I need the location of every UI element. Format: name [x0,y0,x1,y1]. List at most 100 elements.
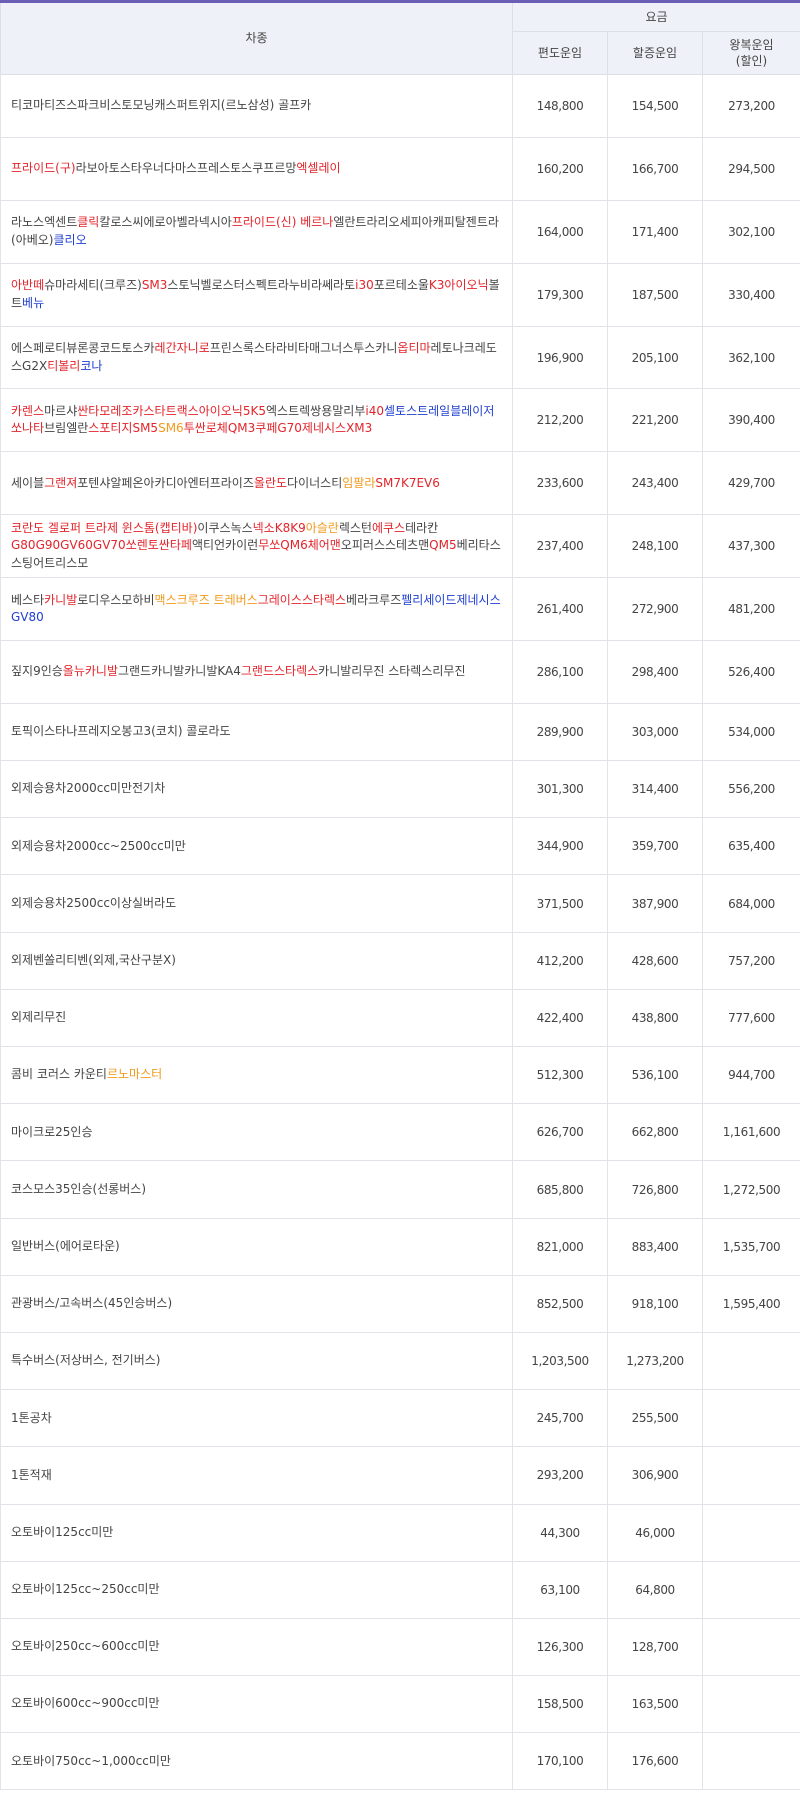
round-trip-fare-cell: 330,400 [701,262,800,327]
table-row: 오토바이600cc~900cc미만 158,500 163,500 [0,1675,800,1734]
surcharge-fare-cell: 248,100 [607,514,703,579]
vehicle-name: 액티언카이런 [191,538,259,553]
header-round-trip-line2: (할인) [735,54,768,68]
vehicle-name-highlight: SM3 [141,278,168,293]
vehicle-name: 오토바이600cc~900cc미만 [11,1696,160,1711]
surcharge-fare-cell: 128,700 [607,1617,703,1677]
vehicle-name: 라보아토스타우너다마스프레스토스쿠프르망 [75,161,297,176]
vehicle-cell: 오토바이750cc~1,000cc미만 [0,1732,513,1791]
one-way-fare-cell: 196,900 [512,325,608,390]
surcharge-fare-cell: 918,100 [607,1274,703,1333]
one-way-fare-cell: 685,800 [512,1160,608,1219]
vehicle-name: 1톤공차 [11,1410,52,1425]
vehicle-name: 세이블 [11,475,45,490]
table-row: 에스페로티뷰론콩코드토스카레간자니로프린스록스타라비타매그너스투스카니옵티마레토… [0,325,800,390]
vehicle-name: 특수버스(저상버스, 전기버스) [11,1353,161,1368]
round-trip-fare-cell: 1,595,400 [701,1274,800,1333]
vehicle-cell: 짚지9인승올뉴카니발그랜드카니발카니발KA4그랜드스타렉스카니발리무진 스타렉스… [0,640,513,704]
vehicle-name: 이쿠스녹스 [197,521,253,536]
surcharge-fare-cell: 243,400 [607,451,703,516]
vehicle-cell: 외제승용차2000cc미만전기차 [0,760,513,819]
vehicle-name-highlight: 클릭 [77,215,100,230]
vehicle-name: 오토바이750cc~1,000cc미만 [11,1753,171,1768]
table-row: 라노스엑센트클릭칼로스씨에로아벨라넥시아프라이드(신) 베르나엘란트라리오세피아… [0,199,800,264]
vehicle-name: 렉스턴 [338,521,372,536]
round-trip-fare-cell: 556,200 [701,760,800,819]
fare-table: 차종 요금 편도운임 할증운임 왕복운임 (할인) 티코마티즈스파크비스토모닝캐… [0,0,800,1791]
vehicle-name-highlight: 아반떼 [11,278,45,293]
one-way-fare-cell: 160,200 [512,136,608,201]
round-trip-fare-cell [701,1446,800,1505]
vehicle-name-highlight: 클리오 [53,232,87,247]
vehicle-cell: 오토바이250cc~600cc미만 [0,1617,513,1677]
vehicle-name: 외제벤쏠리티벤(외제,국산구분X) [11,953,176,968]
vehicle-name: 마르샤 [44,404,78,418]
vehicle-name: 엑스트렉쌍용말리부 [266,404,366,418]
table-row: 콤비 코러스 카운티르노마스터 512,300 536,100 944,700 [0,1046,800,1105]
vehicle-name-highlight: 카니발 [44,592,78,607]
one-way-fare-cell: 233,600 [512,451,608,516]
table-row: 코란도 겔로퍼 트라제 윈스톰(캡티바)이쿠스녹스넥소K8K9아슬란렉스턴에쿠스… [0,514,800,579]
one-way-fare-cell: 1,203,500 [512,1331,608,1391]
round-trip-fare-cell: 1,161,600 [701,1103,800,1162]
vehicle-name: 티코마티즈스파크비스토모닝캐스퍼트위지(르노삼성) 골프카 [11,98,312,113]
surcharge-fare-cell: 187,500 [607,262,703,327]
surcharge-fare-cell: 303,000 [607,702,703,762]
vehicle-name: 베스타 [11,592,45,607]
vehicle-name-highlight: 투싼로체QM3쿠페G70제네시스XM3 [183,421,373,436]
vehicle-name-highlight: QM5 [429,538,457,553]
header-row-top: 차종 요금 [0,1,800,75]
vehicle-name: 에스페로티뷰론콩코드토스카 [11,341,155,356]
vehicle-name-highlight: 맥스크루즈 트레버스 [154,592,258,607]
one-way-fare-cell: 422,400 [512,988,608,1048]
vehicle-name-highlight: SM7K7EV6 [375,475,440,490]
vehicle-cell: 아반떼슈마라세티(크루즈)SM3스토닉벨로스터스펙트라누비라쎄라토i30포르테소… [0,262,513,327]
vehicle-name: 오토바이250cc~600cc미만 [11,1639,160,1654]
one-way-fare-cell: 148,800 [512,74,608,138]
round-trip-fare-cell: 1,272,500 [701,1160,800,1219]
table-row: 특수버스(저상버스, 전기버스) 1,203,500 1,273,200 [0,1331,800,1391]
table-row: 오토바이750cc~1,000cc미만 170,100 176,600 [0,1732,800,1791]
vehicle-name-highlight: 옵티마 [397,341,431,356]
round-trip-fare-cell: 1,535,700 [701,1217,800,1276]
surcharge-fare-cell: 163,500 [607,1675,703,1734]
round-trip-fare-cell: 944,700 [701,1046,800,1105]
surcharge-fare-cell: 205,100 [607,325,703,390]
table-row: 오토바이250cc~600cc미만 126,300 128,700 [0,1617,800,1677]
table-row: 마이크로25인승 626,700 662,800 1,161,600 [0,1103,800,1162]
vehicle-name-highlight: 카렌스 [11,404,45,418]
vehicle-name: 브림엘란 [44,421,89,436]
table-row: 외제벤쏠리티벤(외제,국산구분X) 412,200 428,600 757,200 [0,931,800,990]
one-way-fare-cell: 170,100 [512,1732,608,1791]
vehicle-name: 라노스엑센트 [11,215,78,230]
round-trip-fare-cell: 429,700 [701,451,800,516]
round-trip-fare-cell: 437,300 [701,514,800,579]
vehicle-name-highlight: 셀토스트레일블레이저 [383,404,495,418]
round-trip-fare-cell: 684,000 [701,874,800,933]
one-way-fare-cell: 512,300 [512,1046,608,1105]
round-trip-fare-cell: 777,600 [701,988,800,1048]
vehicle-name: 일반버스(에어로타운) [11,1238,120,1253]
round-trip-fare-cell: 757,200 [701,931,800,990]
vehicle-name: 스토닉벨로스터스펙트라누비라쎄라토 [167,278,356,293]
table-row: 외제승용차2500cc이상실버라도 371,500 387,900 684,000 [0,874,800,933]
vehicle-cell: 1톤공차 [0,1389,513,1448]
vehicle-name-highlight: i30 [355,278,374,293]
one-way-fare-cell: 852,500 [512,1274,608,1333]
round-trip-fare-cell: 273,200 [701,74,800,138]
vehicle-cell: 티코마티즈스파크비스토모닝캐스퍼트위지(르노삼성) 골프카 [0,74,513,138]
vehicle-name-highlight: 프라이드(구) [11,161,76,176]
one-way-fare-cell: 371,500 [512,874,608,933]
one-way-fare-cell: 626,700 [512,1103,608,1162]
vehicle-name-highlight: 그랜져 [44,475,78,490]
surcharge-fare-cell: 272,900 [607,577,703,642]
vehicle-name-highlight: 레간자니로 [154,341,210,356]
vehicle-name: 코스모스35인승(선롱버스) [11,1181,147,1196]
vehicle-name-highlight: 넥소K8K9 [252,521,306,536]
vehicle-name: 슈마라세티(크루즈) [44,278,142,293]
vehicle-name-highlight: 그랜드스타렉스 [240,664,319,679]
vehicle-cell: 외제리무진 [0,988,513,1048]
header-round-trip-line1: 왕복운임 [729,37,774,52]
one-way-fare-cell: 44,300 [512,1503,608,1562]
vehicle-cell: 프라이드(구)라보아토스타우너다마스프레스토스쿠프르망엑셀레이 [0,136,513,201]
